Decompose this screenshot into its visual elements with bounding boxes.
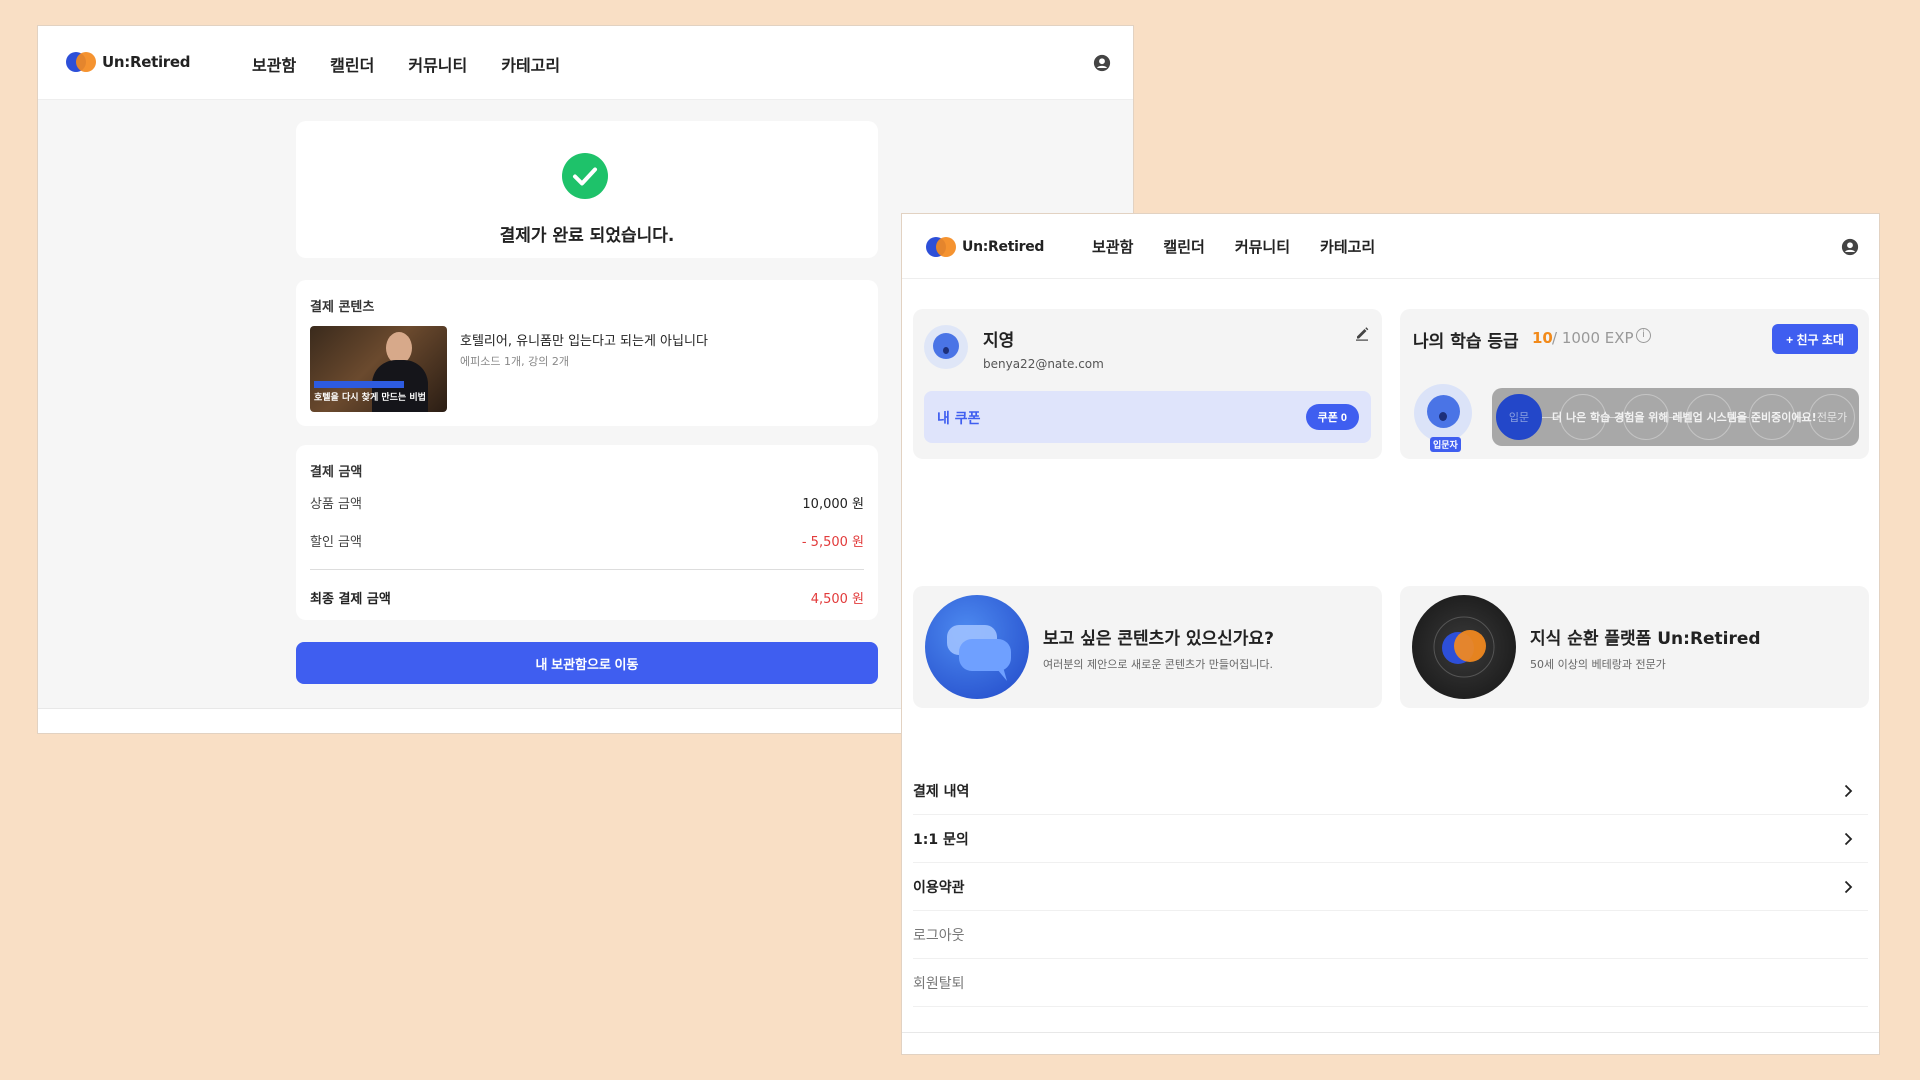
info-icon[interactable]: i [1636,328,1651,343]
chevron-right-icon [1844,880,1853,894]
content-subtitle: 에피소드 1개, 강의 2개 [460,355,569,368]
menu-item-inquiry[interactable]: 1:1 문의 [913,815,1868,863]
total-value: 4,500 원 [810,592,864,607]
user-circle-icon[interactable] [1093,54,1111,72]
grade-avatar [1414,384,1472,442]
success-message: 결제가 완료 되었습니다. [499,226,675,246]
chat-bubble-icon [925,595,1029,699]
platform-intro-card[interactable]: 지식 순환 플랫폼 Un:Retired 50세 이상의 베테랑과 전문가 [1400,586,1869,708]
logo[interactable]: Un:Retired [926,237,1044,257]
total-label: 최종 결제 금액 [310,592,391,607]
coupon-count-button[interactable]: 쿠폰 0 [1305,404,1359,430]
menu-item-label: 결제 내역 [913,783,970,800]
menu-item-label: 로그아웃 [913,927,965,944]
settings-menu: 결제 내역 1:1 문의 이용약관 로그아웃 회원탈퇴 [913,767,1868,1007]
level-progress-bar: 입문 전문가 더 나은 학습 경험을 위해 레벨업 시스템을 준비중이에요! [1492,388,1859,446]
main-nav: 보관함 캘린더 커뮤니티 카테고리 [1092,236,1375,257]
menu-item-logout[interactable]: 로그아웃 [913,911,1868,959]
footer [902,1032,1879,1054]
price-row: 상품 금액 10,000 원 [310,493,864,512]
success-card: 결제가 완료 되었습니다. [296,121,878,258]
divider [310,569,864,570]
pencil-icon[interactable] [1354,325,1370,341]
menu-item-payment-history[interactable]: 결제 내역 [913,767,1868,815]
grade-exp: / 1000 EXP [1552,329,1634,347]
grade-title: 나의 학습 등급 [1413,332,1519,352]
header: Un:Retired 보관함 캘린더 커뮤니티 카테고리 [902,214,1879,279]
discount-row: 할인 금액 - 5,500 원 [310,531,864,550]
coupon-box[interactable]: 내 쿠폰 쿠폰 0 [924,391,1371,443]
menu-item-label: 이용약관 [913,879,965,896]
amount-section-title: 결제 금액 [310,465,363,480]
profile-name: 지영 [983,331,1015,351]
grade-badge: 입문자 [1430,437,1461,452]
logo-text: Un:Retired [962,239,1045,255]
logo-mark [66,52,96,72]
nav-category[interactable]: 카테고리 [1320,236,1375,257]
price-label: 상품 금액 [310,497,362,512]
nav-library[interactable]: 보관함 [1092,236,1133,257]
user-circle-icon[interactable] [1841,238,1859,256]
learning-grade-card: 나의 학습 등급 10 / 1000 EXP i + 친구 초대 입문자 입문 … [1400,309,1869,459]
profile-card: 지영 benya22@nate.com 내 쿠폰 쿠폰 0 [913,309,1382,459]
total-row: 최종 결제 금액 4,500 원 [310,588,864,607]
promo-subtitle: 여러분의 제안으로 새로운 콘텐츠가 만들어집니다. [1043,658,1274,671]
nav-category[interactable]: 카테고리 [501,52,560,76]
chevron-right-icon [1844,784,1853,798]
coupon-label: 내 쿠폰 [937,411,981,427]
promo-title: 보고 싶은 콘텐츠가 있으신가요? [1043,629,1274,649]
chevron-right-icon [1844,832,1853,846]
promo-subtitle: 50세 이상의 베테랑과 전문가 [1530,658,1666,671]
discount-label: 할인 금액 [310,535,362,550]
menu-item-label: 회원탈퇴 [913,975,965,992]
avatar [924,325,968,369]
content-section-title: 결제 콘텐츠 [310,300,375,315]
content-thumbnail[interactable]: 호텔을 다시 찾게 만드는 비법 [310,326,447,412]
brand-orb-icon [1412,595,1516,699]
level-node-start: 입문 [1496,394,1542,440]
invite-friend-button[interactable]: + 친구 초대 [1772,324,1858,354]
logo[interactable]: Un:Retired [66,52,191,72]
content-title[interactable]: 호텔리어, 유니폼만 입는다고 되는게 아닙니다 [460,330,708,349]
level-message: 더 나은 학습 경험을 위해 레벨업 시스템을 준비중이에요! [1552,411,1817,424]
amount-card: 결제 금액 상품 금액 10,000 원 할인 금액 - 5,500 원 최종 … [296,445,878,620]
content-card: 결제 콘텐츠 호텔을 다시 찾게 만드는 비법 호텔리어, 유니폼만 입는다고 … [296,280,878,426]
main-nav: 보관함 캘린더 커뮤니티 카테고리 [252,52,560,76]
nav-community[interactable]: 커뮤니티 [408,52,467,76]
profile-email: benya22@nate.com [983,357,1104,371]
logo-mark [926,237,956,257]
check-circle-icon [562,153,608,199]
menu-item-label: 1:1 문의 [913,831,969,848]
logo-text: Un:Retired [102,53,191,71]
nav-calendar[interactable]: 캘린더 [1163,236,1204,257]
grade-level: 10 [1532,329,1553,347]
header: Un:Retired 보관함 캘린더 커뮤니티 카테고리 [38,26,1133,100]
discount-value: - 5,500 원 [801,535,864,550]
my-page-window: Un:Retired 보관함 캘린더 커뮤니티 카테고리 지영 benya22@… [901,213,1880,1055]
content-request-card[interactable]: 보고 싶은 콘텐츠가 있으신가요? 여러분의 제안으로 새로운 콘텐츠가 만들어… [913,586,1382,708]
menu-item-terms[interactable]: 이용약관 [913,863,1868,911]
thumbnail-caption: 호텔을 다시 찾게 만드는 비법 [314,393,426,403]
promo-title: 지식 순환 플랫폼 Un:Retired [1530,629,1761,649]
nav-calendar[interactable]: 캘린더 [330,52,374,76]
page-body: 지영 benya22@nate.com 내 쿠폰 쿠폰 0 나의 학습 등급 1… [902,279,1879,1054]
nav-community[interactable]: 커뮤니티 [1235,236,1290,257]
nav-library[interactable]: 보관함 [252,52,296,76]
price-value: 10,000 원 [802,497,864,512]
go-to-library-button[interactable]: 내 보관함으로 이동 [296,642,878,684]
menu-item-withdraw[interactable]: 회원탈퇴 [913,959,1868,1007]
